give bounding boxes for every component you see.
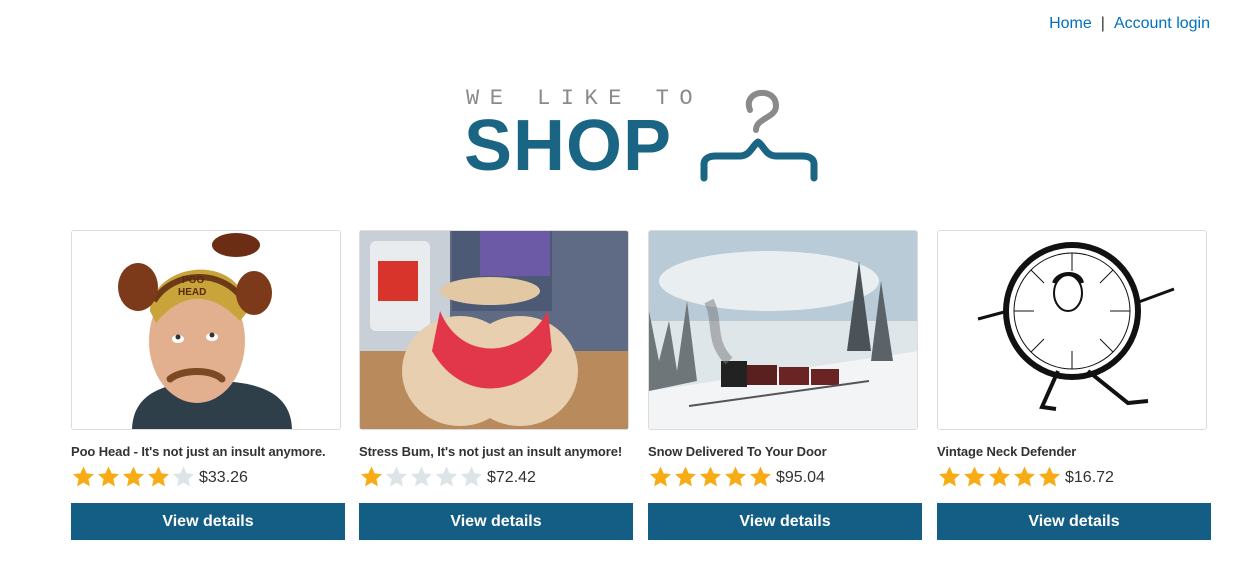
product-image[interactable] [648, 230, 918, 430]
logo-wordmark: SHOP [464, 106, 673, 186]
product-title[interactable]: Stress Bum, It's not just an insult anym… [359, 444, 633, 459]
rating-row: $72.42 [359, 463, 633, 489]
svg-text:POO: POO [182, 275, 204, 286]
shop-page: Home | Account login WE LIKE TO SHOP POO… [0, 0, 1246, 574]
product-title[interactable]: Poo Head - It's not just an insult anymo… [71, 444, 345, 459]
product-card: POO HEAD Poo Head - It's not just an ins… [71, 230, 345, 540]
star-filled-icon [750, 466, 771, 487]
star-filled-icon [148, 466, 169, 487]
star-empty-icon [436, 466, 457, 487]
account-login-link[interactable]: Account login [1114, 15, 1210, 32]
nav-separator: | [1100, 15, 1105, 32]
product-image[interactable] [359, 230, 629, 430]
star-filled-icon [98, 466, 119, 487]
star-empty-icon [386, 466, 407, 487]
product-image[interactable] [937, 230, 1207, 430]
top-navigation: Home | Account login [1049, 15, 1210, 33]
product-image[interactable]: POO HEAD [71, 230, 341, 430]
product-card: Snow Delivered To Your Door $95.04 View … [648, 230, 922, 540]
product-card: Stress Bum, It's not just an insult anym… [359, 230, 633, 540]
product-price: $33.26 [199, 468, 248, 486]
star-filled-icon [725, 466, 746, 487]
star-filled-icon [361, 466, 382, 487]
star-filled-icon [123, 466, 144, 487]
star-filled-icon [1039, 466, 1060, 487]
star-empty-icon [461, 466, 482, 487]
star-filled-icon [1014, 466, 1035, 487]
star-filled-icon [650, 466, 671, 487]
rating-row: $95.04 [648, 463, 922, 489]
star-rating [648, 465, 773, 487]
view-details-button[interactable]: View details [71, 503, 345, 540]
stress-bum-image [360, 231, 628, 429]
view-details-button[interactable]: View details [937, 503, 1211, 540]
product-title[interactable]: Vintage Neck Defender [937, 444, 1211, 459]
star-rating [71, 465, 196, 487]
svg-text:HEAD: HEAD [178, 287, 206, 298]
product-price: $16.72 [1065, 468, 1114, 486]
product-grid: POO HEAD Poo Head - It's not just an ins… [71, 230, 1211, 550]
hanger-icon [700, 89, 818, 182]
view-details-button[interactable]: View details [648, 503, 922, 540]
star-filled-icon [939, 466, 960, 487]
neck-defender-image [938, 231, 1206, 429]
product-title[interactable]: Snow Delivered To Your Door [648, 444, 922, 459]
poo-head-image: POO HEAD [72, 231, 340, 429]
product-card: Vintage Neck Defender $16.72 View detail… [937, 230, 1211, 540]
star-filled-icon [675, 466, 696, 487]
rating-row: $16.72 [937, 463, 1211, 489]
product-price: $72.42 [487, 468, 536, 486]
view-details-button[interactable]: View details [359, 503, 633, 540]
star-filled-icon [964, 466, 985, 487]
star-filled-icon [989, 466, 1010, 487]
home-link[interactable]: Home [1049, 15, 1092, 32]
rating-row: $33.26 [71, 463, 345, 489]
product-price: $95.04 [776, 468, 825, 486]
star-empty-icon [411, 466, 432, 487]
star-rating [937, 465, 1062, 487]
shop-logo[interactable]: WE LIKE TO SHOP [464, 84, 824, 184]
snow-train-image [649, 231, 917, 429]
star-filled-icon [73, 466, 94, 487]
star-rating [359, 465, 484, 487]
star-filled-icon [700, 466, 721, 487]
star-empty-icon [173, 466, 194, 487]
